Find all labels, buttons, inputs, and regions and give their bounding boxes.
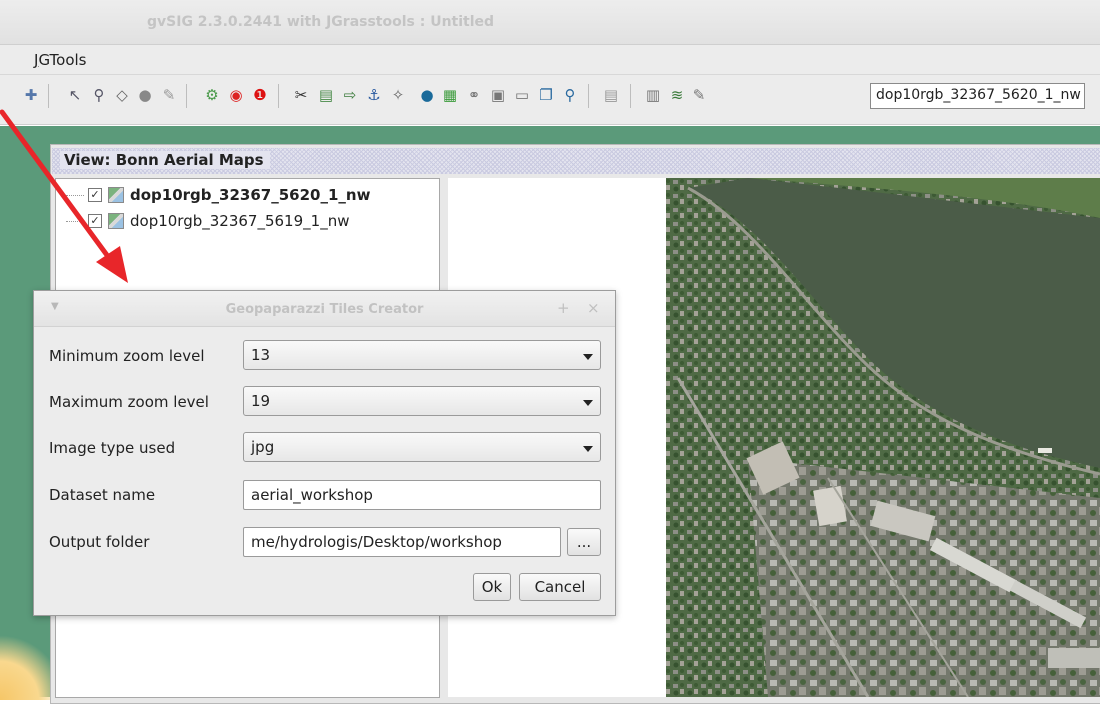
image-icon[interactable]: ▭ bbox=[513, 86, 531, 104]
toc-layer-item[interactable]: ✓ dop10rgb_32367_5620_1_nw bbox=[66, 184, 370, 206]
window-titlebar: gvSIG 2.3.0.2441 with JGrasstools : Unti… bbox=[0, 0, 1100, 45]
chevron-down-icon bbox=[583, 400, 593, 406]
layer-add-icon[interactable]: ✚ bbox=[22, 86, 40, 104]
edit-icon[interactable]: ✎ bbox=[690, 86, 708, 104]
zoom-select-icon[interactable]: ⚲ bbox=[90, 86, 108, 104]
network-icon[interactable]: ✧ bbox=[389, 86, 407, 104]
raster-layer-icon bbox=[108, 213, 124, 229]
dataset-name-label: Dataset name bbox=[49, 486, 156, 504]
clipboard-icon[interactable]: ▥ bbox=[644, 86, 662, 104]
active-layer-combo[interactable]: dop10rgb_32367_5620_1_nw bbox=[870, 83, 1085, 109]
min-zoom-value: 13 bbox=[251, 346, 271, 364]
dataset-name-input[interactable]: aerial_workshop bbox=[243, 480, 601, 510]
window-title: gvSIG 2.3.0.2441 with JGrasstools : Unti… bbox=[147, 14, 495, 30]
toolbar-separator bbox=[588, 84, 589, 108]
chevron-down-icon bbox=[583, 446, 593, 452]
image-type-label: Image type used bbox=[49, 439, 176, 457]
tiles-creator-dialog: ▼ Geopaparazzi Tiles Creator + × Minimum… bbox=[33, 290, 616, 616]
toolbar-separator bbox=[278, 84, 279, 108]
cancel-button[interactable]: Cancel bbox=[519, 573, 601, 601]
toolbar-separator bbox=[48, 84, 49, 108]
chevron-down-icon bbox=[583, 354, 593, 360]
database-icon[interactable]: ▣ bbox=[489, 86, 507, 104]
export-icon[interactable]: ⇨ bbox=[341, 86, 359, 104]
layer-visibility-checkbox[interactable]: ✓ bbox=[88, 214, 102, 228]
raster-layer-icon bbox=[108, 187, 124, 203]
tree-connector bbox=[66, 220, 84, 222]
anchor-icon[interactable]: ⚓ bbox=[365, 86, 383, 104]
toolbar-separator bbox=[186, 84, 187, 108]
menubar: JGTools bbox=[0, 45, 1100, 75]
min-zoom-label: Minimum zoom level bbox=[49, 347, 205, 365]
browse-folder-button[interactable]: ... bbox=[567, 528, 601, 556]
select-pointer-icon[interactable]: ↖ bbox=[66, 86, 84, 104]
menu-jgtools[interactable]: JGTools bbox=[34, 51, 86, 69]
max-zoom-label: Maximum zoom level bbox=[49, 393, 209, 411]
image-type-select[interactable]: jpg bbox=[243, 432, 601, 462]
image-type-value: jpg bbox=[251, 438, 275, 456]
magnifier-icon[interactable]: ⚲ bbox=[561, 86, 579, 104]
layer-name: dop10rgb_32367_5619_1_nw bbox=[130, 212, 350, 230]
ok-button[interactable]: Ok bbox=[473, 573, 511, 601]
tree-connector bbox=[66, 194, 84, 196]
dialog-title: Geopaparazzi Tiles Creator bbox=[225, 302, 424, 317]
link-icon[interactable]: ⚭ bbox=[465, 86, 483, 104]
maximize-icon[interactable]: + bbox=[557, 299, 570, 317]
target-icon[interactable]: ◉ bbox=[227, 86, 245, 104]
dialog-titlebar[interactable]: ▼ Geopaparazzi Tiles Creator + × bbox=[34, 291, 615, 327]
layers-icon[interactable]: ▤ bbox=[317, 86, 335, 104]
max-zoom-value: 19 bbox=[251, 392, 271, 410]
layer-name: dop10rgb_32367_5620_1_nw bbox=[130, 186, 371, 204]
toc-layer-item[interactable]: ✓ dop10rgb_32367_5619_1_nw bbox=[66, 210, 349, 232]
brush-icon[interactable]: ✎ bbox=[160, 86, 178, 104]
view-titlebar[interactable]: View: Bonn Aerial Maps bbox=[52, 148, 1100, 174]
tools-icon[interactable]: ✂ bbox=[292, 86, 310, 104]
view-title: View: Bonn Aerial Maps bbox=[60, 151, 270, 169]
globe-icon[interactable]: ● bbox=[418, 86, 436, 104]
copy-icon[interactable]: ❐ bbox=[537, 86, 555, 104]
output-folder-label: Output folder bbox=[49, 533, 150, 551]
layer-edit-icon[interactable]: ≋ bbox=[668, 86, 686, 104]
close-icon[interactable]: × bbox=[587, 299, 600, 317]
min-zoom-select[interactable]: 13 bbox=[243, 340, 601, 370]
warning-icon[interactable]: ❶ bbox=[251, 86, 269, 104]
sphere-icon[interactable]: ● bbox=[136, 86, 154, 104]
max-zoom-select[interactable]: 19 bbox=[243, 386, 601, 416]
slide-decoration bbox=[0, 630, 50, 700]
vertex-icon[interactable]: ◇ bbox=[113, 86, 131, 104]
page-icon[interactable]: ▤ bbox=[602, 86, 620, 104]
toolbar-separator bbox=[630, 84, 631, 108]
layer-visibility-checkbox[interactable]: ✓ bbox=[88, 188, 102, 202]
output-folder-input[interactable]: me/hydrologis/Desktop/workshop bbox=[243, 527, 561, 557]
map-icon[interactable]: ▦ bbox=[441, 86, 459, 104]
gear-icon[interactable]: ⚙ bbox=[203, 86, 221, 104]
